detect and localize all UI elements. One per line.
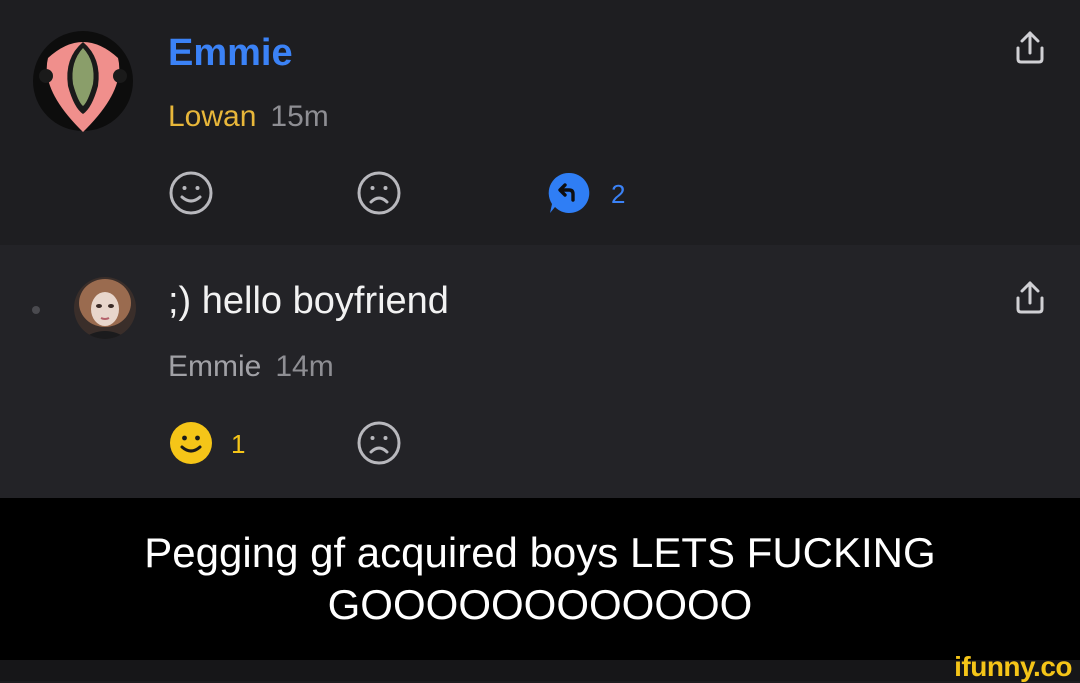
post-author-name[interactable]: Emmie [168,32,293,75]
ifunny-watermark: ifunny.co [954,651,1072,682]
reply-author-avatar[interactable] [74,277,136,339]
reply-bubble-icon[interactable] [546,170,592,221]
post-username[interactable]: Lowan [168,100,256,133]
reply-timestamp: 14m [275,350,334,383]
reply-share-icon[interactable] [1010,278,1050,318]
meme-caption: Pegging gf acquired boys LETS FUCKING GO… [0,498,1080,660]
share-icon[interactable] [1010,28,1050,68]
thread-indicator-dot [32,306,40,314]
post-card [0,0,1080,245]
reply-count: 2 [611,179,626,209]
reply-like-count: 1 [231,429,246,459]
dislike-icon[interactable] [356,170,402,221]
reply-meta: Emmie 14m [168,350,334,384]
post-timestamp: 15m [270,100,329,133]
footer-bar [0,660,1080,681]
like-icon[interactable] [168,170,214,221]
reply-text: ;) hello boyfriend [168,280,449,322]
post-author-avatar[interactable] [30,28,136,134]
reply-like-active-icon[interactable] [168,420,214,471]
post-meta: Lowan 15m [168,100,329,134]
caption-text: Pegging gf acquired boys LETS FUCKING GO… [144,529,936,628]
reply-card [0,245,1080,498]
reply-dislike-icon[interactable] [356,420,402,471]
reply-author-name[interactable]: Emmie [168,350,261,383]
